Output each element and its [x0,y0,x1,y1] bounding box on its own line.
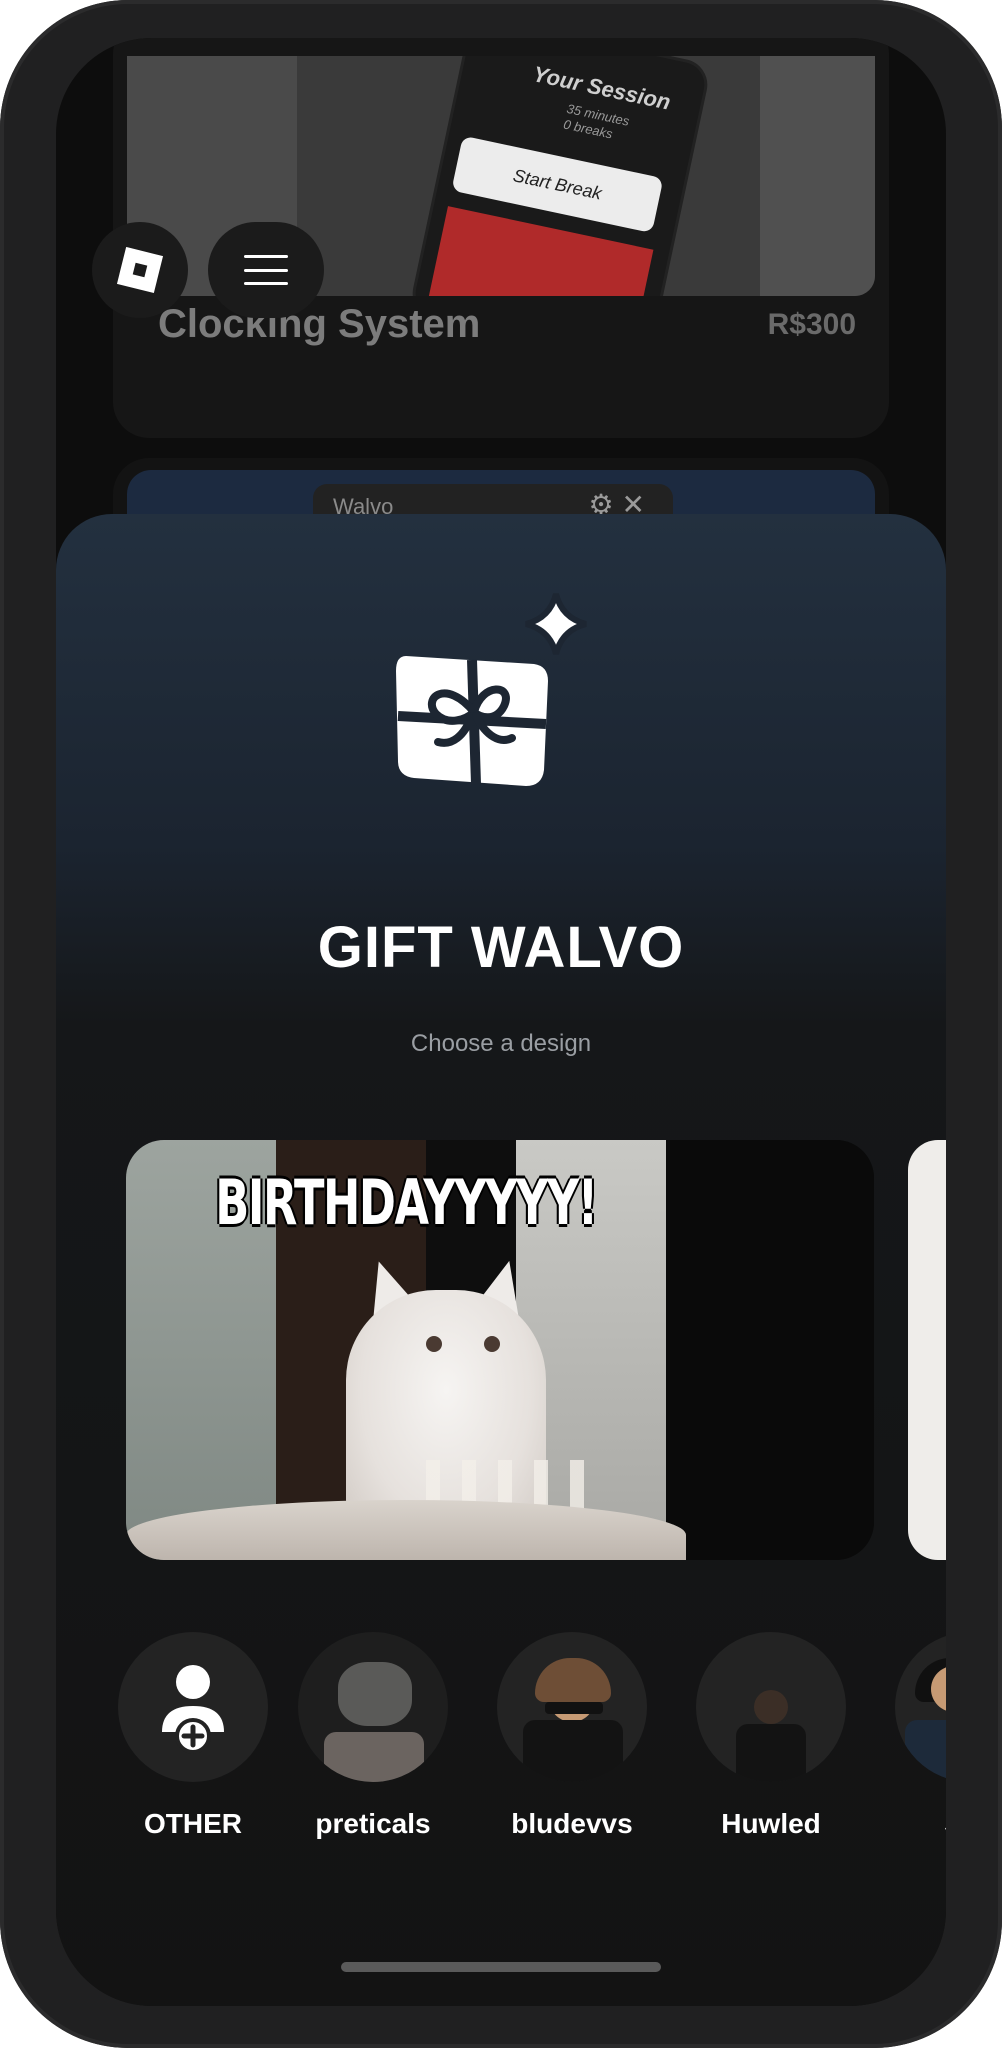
image-right-panel [760,56,875,296]
screen: Your Session 35 minutes 0 breaks Start B… [56,38,946,2006]
design-caption: BIRTHDAYYYYY! [215,1166,598,1239]
design-card[interactable]: BIRTHDAYYYYY! [126,1140,874,1560]
product-title: Clocking System [158,302,481,346]
avatar-hair [535,1658,611,1702]
product-price: R$300 [767,308,856,341]
recipient-name: Huwled [721,1808,821,1839]
avatar [895,1632,946,1782]
avatar-hair [338,1662,412,1726]
mock-session-sub: 35 minutes 0 breaks [562,100,631,142]
roblox-logo-icon [116,246,164,294]
avatar-head [754,1690,788,1724]
design-card-next[interactable] [908,1140,946,1560]
avatar [118,1632,268,1782]
cat-eye [426,1336,442,1352]
gift-modal: GIFT WALVO Choose a design BIRTHDAYYYYY! [56,514,946,2006]
recipient-list: OTHER preticals bludevvs Huwled [118,1632,946,1839]
avatar-torso [324,1732,424,1782]
recipient-name: Seb [895,1808,946,1840]
phone-frame: Your Session 35 minutes 0 breaks Start B… [0,0,1002,2048]
avatar-sunglasses [545,1702,603,1714]
mock-phone-image: Your Session 35 minutes 0 breaks Start B… [407,56,713,296]
avatar-torso [736,1724,806,1782]
recipient-preticals[interactable]: preticals [298,1632,448,1840]
menu-button[interactable] [208,222,324,318]
cat-eye [484,1336,500,1352]
recipient-bludevvs[interactable]: bludevvs [497,1632,647,1840]
design-image-bg [666,1140,874,1560]
avatar-torso [905,1720,946,1782]
recipient-seb[interactable]: Seb [895,1632,946,1840]
recipient-name: preticals [315,1808,431,1839]
home-indicator[interactable] [341,1962,661,1972]
recipient-other[interactable]: OTHER [118,1632,268,1840]
recipient-huwled[interactable]: Huwled [696,1632,846,1840]
modal-title: GIFT WALVO [317,915,685,980]
avatar [298,1632,448,1782]
modal-subtitle: Choose a design [410,1030,592,1057]
recipient-name: bludevvs [511,1808,633,1839]
gift-sparkle-icon [396,593,587,786]
avatar [696,1632,846,1782]
avatar-torso [523,1720,623,1782]
avatar [497,1632,647,1782]
hamburger-menu-icon [244,255,288,285]
logo-button[interactable] [92,222,188,318]
recipient-name: OTHER [144,1808,242,1839]
add-user-icon [162,1665,224,1754]
